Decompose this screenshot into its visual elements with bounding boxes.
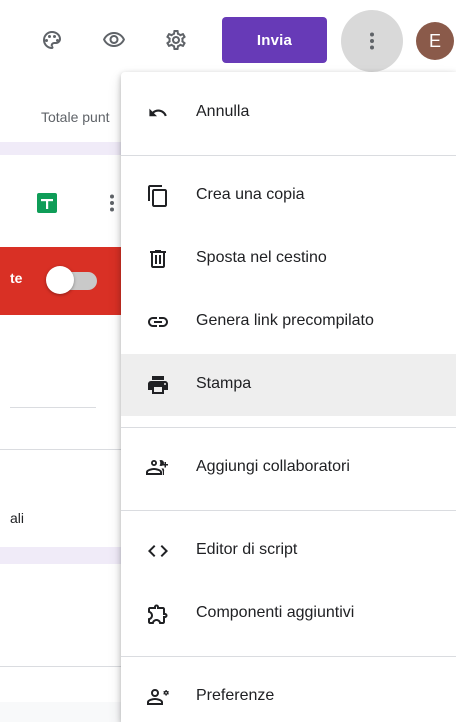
menu-divider — [121, 656, 456, 657]
more-options-button[interactable] — [341, 10, 403, 72]
banner-label: te — [10, 270, 23, 286]
total-points-label: Totale punt — [41, 109, 110, 125]
avatar[interactable]: E — [416, 22, 454, 60]
divider — [10, 407, 96, 408]
section-strip — [0, 142, 121, 155]
footer-strip — [0, 702, 121, 722]
menu-item-label: Annulla — [196, 103, 250, 120]
undo-icon — [146, 101, 170, 125]
sheets-icon[interactable] — [37, 193, 57, 213]
section-strip — [0, 547, 121, 564]
add-people-icon — [146, 456, 170, 480]
more-vert-icon — [370, 32, 374, 50]
palette-icon[interactable] — [34, 22, 70, 58]
menu-item-label: Sposta nel cestino — [196, 249, 327, 266]
menu-item-addons[interactable]: Componenti aggiuntivi — [121, 583, 456, 645]
menu-item-label: Preferenze — [196, 687, 275, 704]
divider — [0, 666, 121, 667]
copy-icon — [146, 184, 170, 208]
menu-item-label: Aggiungi collaboratori — [196, 458, 350, 475]
menu-item-preferences[interactable]: Preferenze — [121, 666, 456, 722]
menu-item-undo[interactable]: Annulla — [121, 82, 456, 144]
menu-item-prefilled-link[interactable]: Genera link precompilato — [121, 291, 456, 353]
menu-item-label: Genera link precompilato — [196, 312, 374, 329]
send-button[interactable]: Invia — [222, 17, 327, 63]
menu-item-label: Crea una copia — [196, 186, 305, 203]
person-settings-icon — [146, 685, 170, 709]
divider — [0, 449, 121, 450]
background-row-label: ali — [10, 510, 25, 526]
menu-item-label: Componenti aggiuntivi — [196, 604, 355, 621]
more-options-menu: Annulla Crea una copia Sposta nel cestin… — [121, 72, 456, 722]
code-icon — [146, 539, 170, 563]
menu-item-move-to-trash[interactable]: Sposta nel cestino — [121, 228, 456, 290]
menu-item-make-copy[interactable]: Crea una copia — [121, 165, 456, 227]
menu-item-script-editor[interactable]: Editor di script — [121, 520, 456, 582]
accepting-responses-banner: te — [0, 247, 121, 315]
menu-item-label: Editor di script — [196, 541, 298, 558]
gear-icon[interactable] — [158, 22, 194, 58]
top-toolbar: Invia E — [0, 0, 456, 82]
menu-item-add-collaborators[interactable]: Aggiungi collaboratori — [121, 437, 456, 499]
toggle-knob[interactable] — [46, 266, 74, 294]
puzzle-icon — [146, 602, 170, 626]
eye-icon[interactable] — [96, 22, 132, 58]
trash-icon — [146, 247, 170, 271]
menu-item-label: Stampa — [196, 375, 252, 392]
menu-divider — [121, 155, 456, 156]
menu-divider — [121, 510, 456, 511]
print-icon — [146, 373, 170, 397]
menu-divider — [121, 427, 456, 428]
link-icon — [146, 310, 170, 334]
menu-item-print[interactable]: Stampa — [121, 354, 456, 416]
